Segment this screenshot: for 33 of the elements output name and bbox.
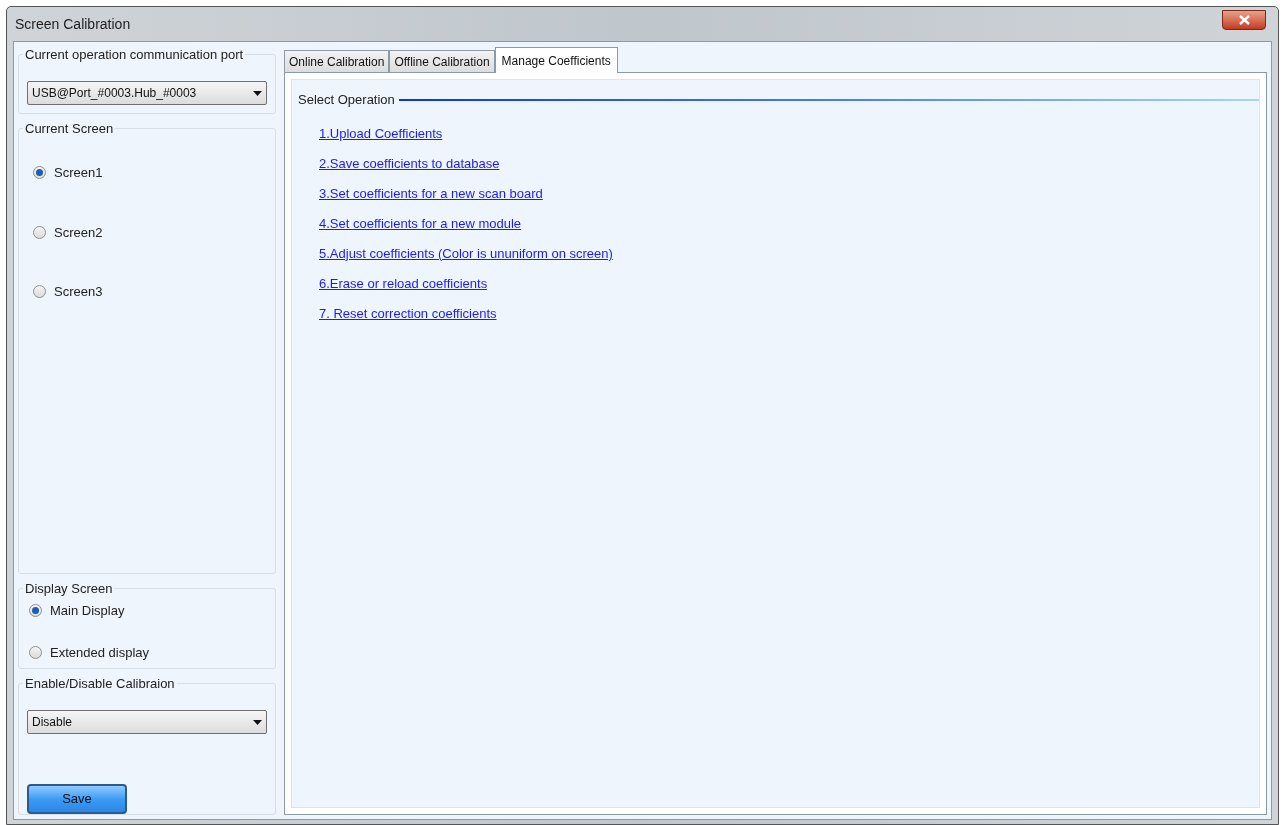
operation-link[interactable]: 1.Upload Coefficients (319, 125, 443, 142)
section-title: Select Operation (298, 91, 395, 109)
radio-option[interactable]: Extended display (29, 642, 267, 662)
close-icon (1238, 15, 1250, 25)
operation-link[interactable]: 2.Save coefficients to database (319, 155, 500, 172)
dropdown[interactable]: USB@Port_#0003.Hub_#0003 (27, 81, 267, 105)
group-label: Display Screen (24, 580, 114, 597)
operation-link[interactable]: 5.Adjust coefficients (Color is ununiform on screen) (319, 245, 613, 262)
radio-button[interactable] (29, 604, 42, 618)
radio-button[interactable] (33, 285, 46, 299)
tab[interactable]: Offline Calibration (389, 50, 495, 72)
radio-option[interactable]: Main Display (29, 601, 267, 621)
tab[interactable]: Online Calibration (284, 50, 390, 72)
window-title: Screen Calibration (14, 14, 131, 34)
radio-option[interactable]: Screen1 (33, 163, 267, 183)
radio-option[interactable]: Screen3 (33, 282, 267, 302)
operation-link[interactable]: 6.Erase or reload coefficients (319, 275, 488, 292)
tab[interactable]: Manage Coefficients (494, 47, 618, 73)
operation-link[interactable]: 7. Reset correction coefficients (319, 305, 497, 322)
dropdown-caret-icon (253, 719, 262, 725)
radio-button[interactable] (33, 225, 46, 239)
operation-link[interactable]: 3.Set coefficients for a new scan board (319, 185, 543, 202)
dropdown-caret-icon (253, 90, 262, 96)
radio-option[interactable]: Screen2 (33, 222, 267, 242)
radio-button[interactable] (29, 645, 42, 659)
close-button[interactable] (1222, 10, 1266, 30)
save-button[interactable]: Save (27, 784, 127, 814)
dropdown[interactable]: Disable (27, 710, 267, 734)
group-label: Current operation communication port (24, 46, 245, 63)
radio-button[interactable] (33, 166, 46, 180)
group-label: Current Screen (24, 120, 115, 137)
operation-link[interactable]: 4.Set coefficients for a new module (319, 215, 522, 232)
group-label: Enable/Disable Calibraion (24, 675, 176, 692)
